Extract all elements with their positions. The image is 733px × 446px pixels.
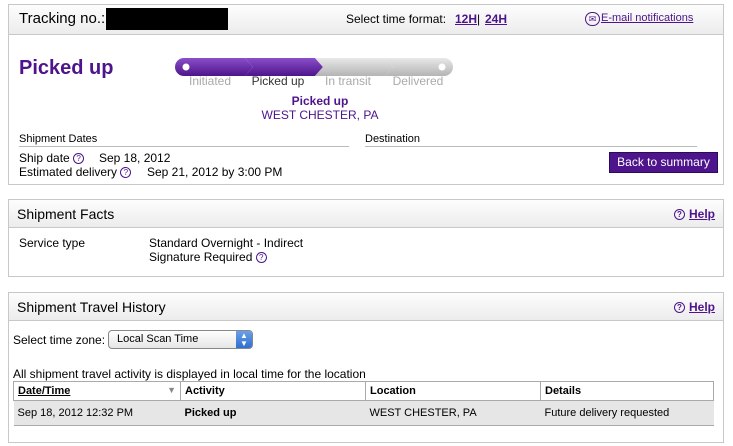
timezone-select[interactable]: Local Scan Time ▲ ▼ (108, 330, 253, 349)
shipment-facts-header: Shipment Facts ? Help (9, 200, 723, 228)
shipment-status-panel: Picked up Initiated Picked up In transit… (8, 34, 724, 185)
step-label-initiated: Initiated (188, 74, 232, 88)
question-circle-icon[interactable]: ? (73, 153, 85, 164)
progress-dot-end (438, 63, 446, 71)
travel-history-header: Shipment Travel History ? Help (9, 293, 723, 321)
table-header-row: Date/Time ▼ Activity Location Details (13, 381, 714, 401)
tracking-number-redacted (106, 8, 228, 30)
question-circle-icon: ? (673, 209, 685, 220)
timezone-value: Local Scan Time (117, 333, 199, 345)
cell-location: WEST CHESTER, PA (365, 400, 541, 426)
shipment-facts-panel: Shipment Facts ? Help Service type Standa… (8, 199, 724, 277)
service-type-value: Standard Overnight - Indirect (149, 236, 304, 250)
estimated-delivery-value: Sep 21, 2012 by 3:00 PM (147, 165, 283, 179)
estimated-delivery-label: Estimated delivery ? (19, 165, 132, 179)
service-type-label: Service type (19, 236, 86, 250)
column-header-datetime[interactable]: Date/Time ▼ (13, 381, 181, 401)
step-label-delivered: Delivered (392, 74, 444, 88)
travel-history-panel: Shipment Travel History ? Help Select tim… (8, 292, 724, 443)
timezone-label: Select time zone: (13, 333, 106, 347)
destination-header: Destination (365, 133, 697, 147)
email-notifications-link[interactable]: E-mail notifications (601, 12, 693, 24)
back-to-summary-button[interactable]: Back to summary (609, 152, 718, 173)
tracking-label: Tracking no.: (19, 10, 106, 27)
envelope-icon[interactable]: ✉ (585, 12, 600, 26)
shipment-dates-header: Shipment Dates (19, 133, 349, 147)
updown-arrows-icon: ▲ ▼ (236, 331, 252, 348)
cell-details: Future delivery requested (540, 400, 714, 426)
table-row: Sep 18, 2012 12:32 PM Picked up WEST CHE… (13, 400, 714, 426)
progress-dot-start (182, 63, 190, 71)
column-header-activity: Activity (180, 381, 366, 401)
ship-date-value: Sep 18, 2012 (99, 151, 171, 165)
status-title: Picked up (19, 57, 114, 79)
column-header-location: Location (365, 381, 541, 401)
time-format-label: Select time format: (346, 12, 447, 26)
step-label-picked-up: Picked up (251, 74, 305, 88)
facts-help-link[interactable]: ? Help (673, 207, 715, 221)
question-circle-icon[interactable]: ? (120, 167, 132, 178)
cell-activity: Picked up (180, 400, 366, 426)
travel-history-table: Date/Time ▼ Activity Location Details Sep… (13, 381, 714, 426)
ship-date-label: Ship date ? (19, 151, 85, 165)
local-time-note: All shipment travel activity is displaye… (13, 367, 366, 381)
sort-down-icon[interactable]: ▼ (167, 385, 176, 395)
current-location-city: WEST CHESTER, PA (261, 108, 379, 122)
signature-required: Signature Required ? (149, 250, 267, 264)
format-24h-link[interactable]: 24H (485, 12, 507, 26)
column-header-details: Details (540, 381, 714, 401)
shipment-facts-title: Shipment Facts (17, 206, 115, 222)
question-circle-icon: ? (673, 302, 685, 313)
question-circle-icon[interactable]: ? (255, 252, 267, 263)
tracking-header: Tracking no.: Select time format: 12H | … (8, 4, 724, 34)
format-12h-link[interactable]: 12H (455, 12, 477, 26)
format-separator: | (477, 12, 481, 26)
step-label-in-transit: In transit (324, 74, 372, 88)
cell-datetime: Sep 18, 2012 12:32 PM (13, 400, 181, 426)
travel-history-title: Shipment Travel History (17, 299, 166, 315)
history-help-link[interactable]: ? Help (673, 300, 715, 314)
current-location-status: Picked up (291, 94, 349, 108)
